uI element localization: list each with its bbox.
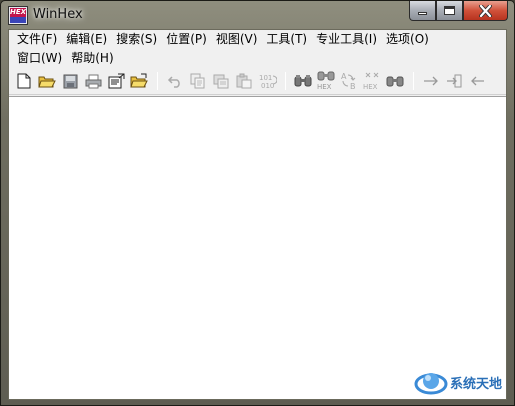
goto-offset-icon: [424, 76, 438, 86]
back-button[interactable]: [466, 70, 488, 92]
menu-options[interactable]: 选项(O): [384, 30, 436, 49]
workspace-area[interactable]: 系统天地: [9, 96, 506, 399]
watermark: 系统天地: [414, 368, 502, 396]
save-button[interactable]: [59, 70, 81, 92]
app-window: HEX WinHex 文件(F) 编辑(E) 搜索(S) 位置(P) 视图(V)…: [0, 0, 515, 406]
goto-sector-icon: [447, 74, 462, 88]
print-button[interactable]: [82, 70, 104, 92]
svg-text:101: 101: [259, 74, 272, 82]
maximize-icon: [444, 6, 455, 15]
window-controls: [409, 1, 508, 21]
toolbar-separator: [285, 72, 286, 90]
menu-row-1: 文件(F) 编辑(E) 搜索(S) 位置(P) 视图(V) 工具(T) 专业工具…: [9, 30, 506, 49]
cut-button[interactable]: [210, 70, 232, 92]
menu-search[interactable]: 搜索(S): [114, 30, 164, 49]
find-hex-icon: HEX: [317, 71, 335, 91]
paste-icon: [236, 73, 252, 89]
replace-text-button[interactable]: A B: [338, 70, 360, 92]
site-logo-icon: [414, 373, 448, 395]
find-next-icon: [386, 76, 404, 87]
toolbar: 101 010 HEX A B HEX: [9, 68, 506, 95]
toolbar-separator: [157, 72, 158, 90]
open-folder-icon: [38, 76, 56, 87]
save-icon: [63, 74, 77, 88]
logo-text: HEX: [10, 8, 27, 17]
find-text-button[interactable]: [292, 70, 314, 92]
menu-position[interactable]: 位置(P): [164, 30, 214, 49]
svg-text:HEX: HEX: [363, 83, 378, 91]
undo-icon: [167, 76, 180, 88]
menu-tools[interactable]: 工具(T): [264, 30, 314, 49]
close-button[interactable]: [463, 1, 508, 21]
cut-icon: [213, 74, 229, 89]
find-text-icon: [294, 75, 312, 87]
menu-pro-tools[interactable]: 专业工具(I): [314, 30, 384, 49]
menu-view[interactable]: 视图(V): [214, 30, 265, 49]
binary-button[interactable]: 101 010: [256, 70, 278, 92]
menu-edit[interactable]: 编辑(E): [64, 30, 114, 49]
goto-offset-button[interactable]: [420, 70, 442, 92]
client-area: 文件(F) 编辑(E) 搜索(S) 位置(P) 视图(V) 工具(T) 专业工具…: [8, 29, 507, 400]
minimize-icon: [418, 12, 427, 15]
svg-text:010: 010: [261, 82, 274, 90]
svg-text:B: B: [350, 82, 356, 91]
properties-icon: [108, 73, 124, 89]
new-file-button[interactable]: [13, 70, 35, 92]
menu-file[interactable]: 文件(F): [15, 30, 64, 49]
close-icon: [479, 4, 492, 17]
watermark-text: 系统天地: [449, 376, 502, 392]
maximize-button[interactable]: [436, 1, 463, 21]
find-next-button[interactable]: [384, 70, 406, 92]
menu-help[interactable]: 帮助(H): [69, 49, 120, 68]
print-icon: [85, 74, 101, 88]
copy-icon: [190, 73, 205, 89]
binary-icon: 101 010: [259, 74, 277, 90]
winhex-logo-icon[interactable]: HEX: [8, 6, 28, 25]
open-button[interactable]: [36, 70, 58, 92]
svg-text:A: A: [341, 72, 347, 81]
menu-row-2: 窗口(W) 帮助(H): [9, 49, 506, 68]
window-title: WinHex: [33, 7, 83, 22]
open-directory-icon: [130, 73, 148, 88]
svg-text:HEX: HEX: [317, 83, 332, 91]
menu-bar: 文件(F) 编辑(E) 搜索(S) 位置(P) 视图(V) 工具(T) 专业工具…: [9, 30, 506, 68]
find-hex-button[interactable]: HEX: [315, 70, 337, 92]
title-bar[interactable]: HEX WinHex: [1, 1, 514, 29]
undo-button[interactable]: [164, 70, 186, 92]
toolbar-separator: [413, 72, 414, 90]
menu-window[interactable]: 窗口(W): [15, 49, 69, 68]
open-directory-button[interactable]: [128, 70, 150, 92]
minimize-button[interactable]: [409, 1, 436, 21]
properties-button[interactable]: [105, 70, 127, 92]
back-icon: [471, 76, 484, 86]
replace-text-icon: A B: [341, 72, 356, 91]
replace-hex-icon: HEX: [363, 72, 379, 91]
paste-button[interactable]: [233, 70, 255, 92]
new-file-icon: [17, 73, 31, 89]
replace-hex-button[interactable]: HEX: [361, 70, 383, 92]
copy-button[interactable]: [187, 70, 209, 92]
goto-sector-button[interactable]: [443, 70, 465, 92]
